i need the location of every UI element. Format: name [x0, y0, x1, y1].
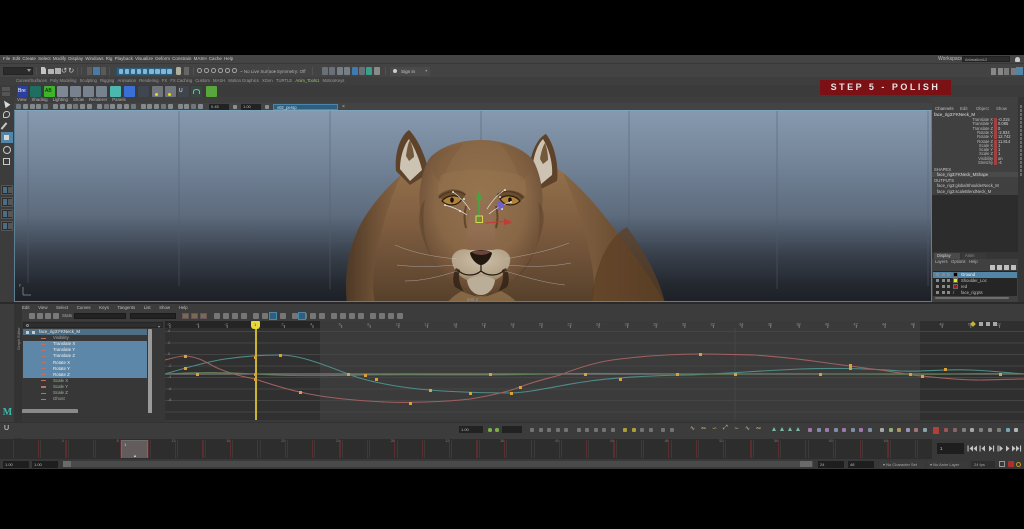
- svg-text:32: 32: [710, 322, 715, 327]
- svg-text:y: y: [19, 283, 21, 287]
- svg-text:52: 52: [996, 322, 1001, 327]
- svg-text:16: 16: [482, 322, 487, 327]
- svg-text:28: 28: [653, 322, 658, 327]
- svg-text:26: 26: [625, 322, 630, 327]
- svg-text:36: 36: [768, 322, 773, 327]
- svg-text:46: 46: [911, 322, 916, 327]
- svg-text:14: 14: [453, 322, 458, 327]
- svg-text:48: 48: [939, 322, 944, 327]
- svg-text:12: 12: [424, 322, 429, 327]
- svg-text:22: 22: [567, 322, 572, 327]
- svg-text:-6: -6: [167, 322, 171, 327]
- svg-text:40: 40: [825, 322, 830, 327]
- svg-text:18: 18: [510, 322, 515, 327]
- svg-text:42: 42: [853, 322, 858, 327]
- svg-text:34: 34: [739, 322, 744, 327]
- svg-text:38: 38: [796, 322, 801, 327]
- svg-text:-4: -4: [196, 322, 200, 327]
- svg-text:20: 20: [539, 322, 544, 327]
- svg-text:44: 44: [882, 322, 887, 327]
- svg-text:10: 10: [396, 322, 401, 327]
- svg-text:24: 24: [596, 322, 601, 327]
- svg-text:-2: -2: [224, 322, 228, 327]
- svg-text:30: 30: [682, 322, 687, 327]
